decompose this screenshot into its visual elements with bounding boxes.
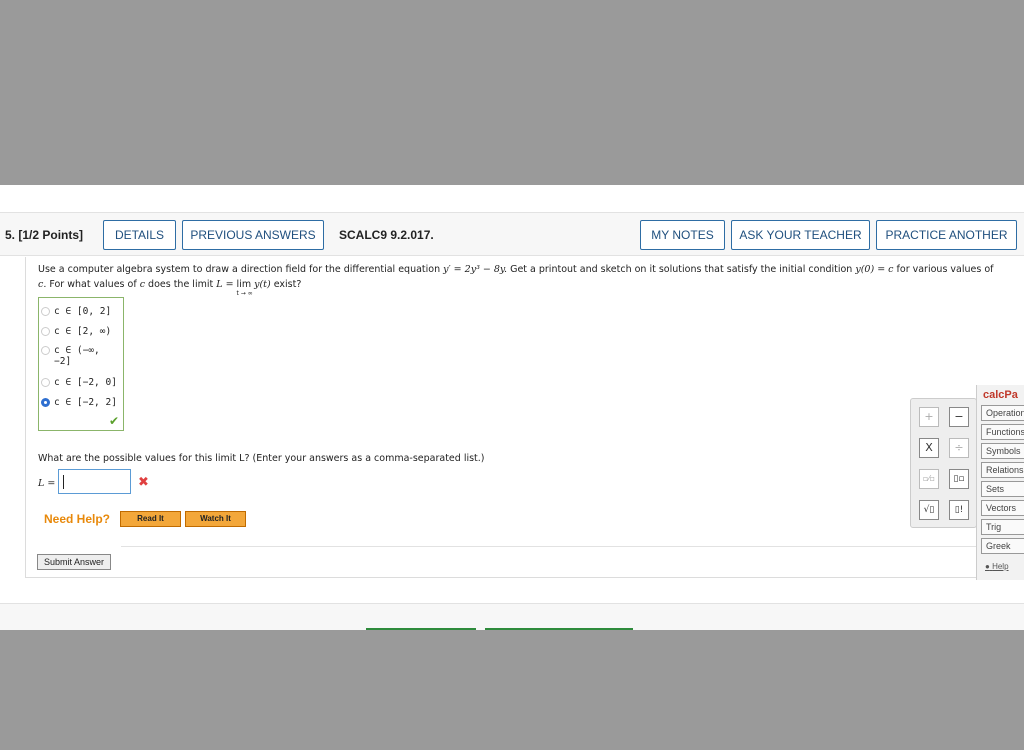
- answer-label: L =: [38, 478, 56, 489]
- exponent-key[interactable]: ▯▫: [949, 469, 969, 489]
- part2-prompt: What are the possible values for this li…: [38, 453, 485, 464]
- minus-key[interactable]: −: [949, 407, 969, 427]
- sqrt-key[interactable]: √▯: [919, 500, 939, 520]
- calcpad-tab-operations[interactable]: Operation: [981, 405, 1024, 421]
- page: 5. [1/2 Points] DETAILS PREVIOUS ANSWERS…: [0, 0, 1024, 750]
- my-notes-button[interactable]: MY NOTES: [640, 220, 725, 250]
- factorial-key[interactable]: ▯!: [949, 500, 969, 520]
- choice-4[interactable]: c ∈ [−2, 0]: [41, 377, 117, 388]
- practice-another-button[interactable]: PRACTICE ANOTHER: [876, 220, 1017, 250]
- question-body: Use a computer algebra system to draw a …: [25, 257, 1024, 577]
- calcpad-tab-relations[interactable]: Relations: [981, 462, 1024, 478]
- ask-teacher-button[interactable]: ASK YOUR TEACHER: [731, 220, 870, 250]
- choice-group: c ∈ [0, 2] c ∈ [2, ∞) c ∈ (−∞, −2] c ∈ [−…: [38, 297, 124, 431]
- question-text: Use a computer algebra system to draw a …: [38, 264, 994, 297]
- question-code: SCALC9 9.2.017.: [339, 228, 434, 242]
- calcpad-panel: calcPa Operation Functions Symbols Relat…: [976, 385, 1024, 580]
- question-header: 5. [1/2 Points] DETAILS PREVIOUS ANSWERS…: [0, 212, 1024, 256]
- divide-key[interactable]: ÷: [949, 438, 969, 458]
- correct-check-icon: ✔: [108, 414, 119, 428]
- choice-1[interactable]: c ∈ [0, 2]: [41, 306, 111, 317]
- divider: [121, 546, 1006, 547]
- calcpad-tab-vectors[interactable]: Vectors: [981, 500, 1024, 516]
- radio-button[interactable]: [41, 307, 50, 316]
- radio-button[interactable]: [41, 327, 50, 336]
- calcpad-help-link[interactable]: ● Help: [985, 562, 1009, 571]
- help-icon: ●: [985, 562, 990, 571]
- read-it-button[interactable]: Read It: [120, 511, 181, 527]
- modal-overlay-top: [0, 0, 1024, 185]
- calcpad-title: calcPa: [983, 389, 1018, 401]
- calcpad-tab-symbols[interactable]: Symbols: [981, 443, 1024, 459]
- radio-button[interactable]: [41, 346, 50, 355]
- choice-2[interactable]: c ∈ [2, ∞): [41, 326, 111, 337]
- details-button[interactable]: DETAILS: [103, 220, 176, 250]
- calcpad-tab-functions[interactable]: Functions: [981, 424, 1024, 440]
- need-help-label: Need Help?: [44, 512, 111, 526]
- fraction-key[interactable]: ▫⁄▫: [919, 469, 939, 489]
- incorrect-x-icon: ✖: [138, 475, 149, 490]
- text-caret: [63, 475, 64, 489]
- times-key[interactable]: X: [919, 438, 939, 458]
- modal-overlay-bottom: [0, 630, 1024, 750]
- limit-answer-input[interactable]: [58, 469, 131, 494]
- calcpad-tab-greek[interactable]: Greek: [981, 538, 1024, 554]
- calcpad-tab-sets[interactable]: Sets: [981, 481, 1024, 497]
- choice-5[interactable]: c ∈ [−2, 2]: [41, 397, 117, 408]
- submit-answer-button[interactable]: Submit Answer: [37, 554, 111, 570]
- divider: [25, 577, 980, 578]
- radio-button-selected[interactable]: [41, 398, 50, 407]
- radio-button[interactable]: [41, 378, 50, 387]
- previous-answers-button[interactable]: PREVIOUS ANSWERS: [182, 220, 324, 250]
- next-question-header: [0, 603, 1024, 630]
- question-panel: 5. [1/2 Points] DETAILS PREVIOUS ANSWERS…: [0, 185, 1024, 630]
- question-number: 5. [1/2 Points]: [5, 228, 84, 242]
- calc-keypad: + − X ÷ ▫⁄▫ ▯▫ √▯ ▯!: [910, 398, 977, 528]
- choice-3[interactable]: c ∈ (−∞, −2]: [41, 345, 100, 367]
- plus-key[interactable]: +: [919, 407, 939, 427]
- calcpad-tab-trig[interactable]: Trig: [981, 519, 1024, 535]
- watch-it-button[interactable]: Watch It: [185, 511, 246, 527]
